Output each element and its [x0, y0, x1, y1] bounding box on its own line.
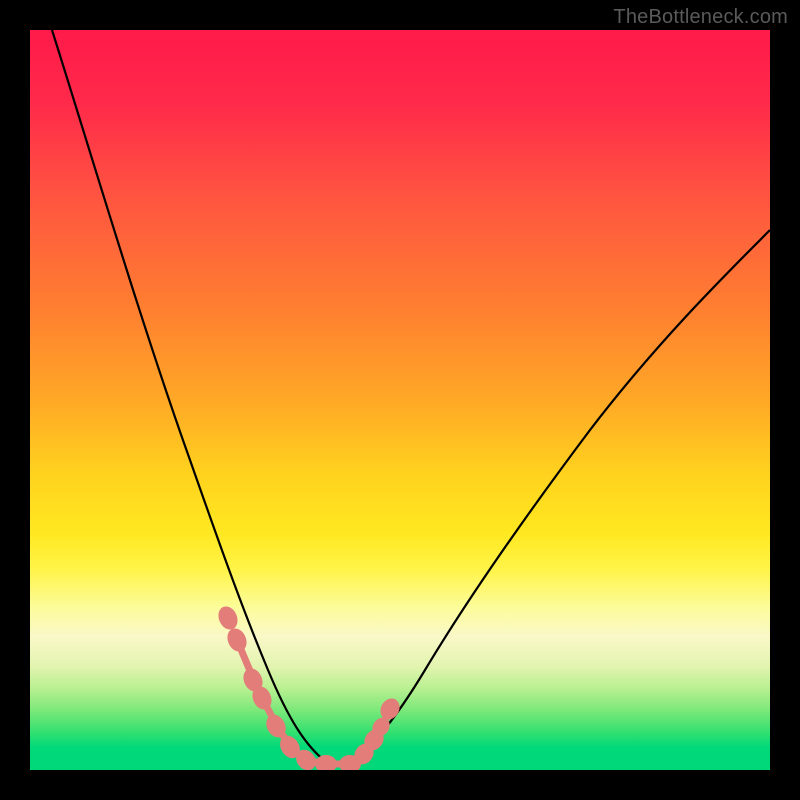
curve-left — [52, 30, 330, 765]
bead-chain-right — [350, 695, 403, 768]
watermark-text: TheBottleneck.com — [613, 6, 788, 29]
chart-frame: TheBottleneck.com — [0, 0, 800, 800]
chart-overlay — [30, 30, 770, 770]
bead-chain-left — [215, 603, 320, 770]
curve-right — [348, 230, 770, 765]
